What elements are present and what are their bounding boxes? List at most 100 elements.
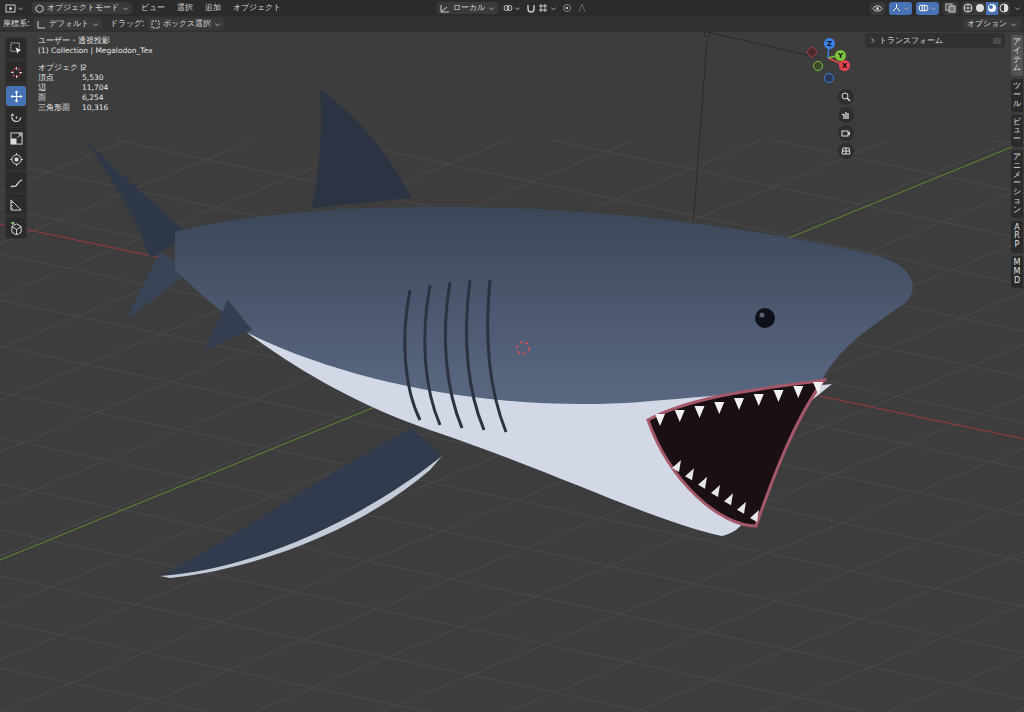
tool-button[interactable] [6, 107, 26, 127]
axis-handle[interactable]: Z [824, 38, 835, 49]
sidebar-tab[interactable]: アイテム [1011, 35, 1023, 76]
snap-button[interactable] [526, 3, 557, 13]
options-dropdown[interactable]: オプション [963, 18, 1021, 30]
drag-handle-icon [993, 38, 1001, 44]
nav-button[interactable] [838, 107, 854, 123]
proportional-edit-icon[interactable] [562, 3, 572, 13]
navigation-gizmo[interactable]: XYZ [796, 32, 860, 92]
shading-button[interactable] [962, 2, 974, 15]
menu-item[interactable]: オブジェクト [230, 2, 284, 14]
axes-icon [440, 4, 450, 13]
stat-row: 頂点5,530 [38, 73, 153, 83]
drag-dropdown[interactable]: ボックス選択 [148, 18, 224, 30]
stat-label: 辺 [38, 83, 82, 93]
3d-viewport[interactable]: ユーザー・透視投影(1) Collection | Megalodon_Texオ… [0, 32, 1024, 712]
shading-button[interactable] [974, 2, 986, 15]
tool-button[interactable] [6, 194, 26, 214]
stat-row: 辺11,704 [38, 83, 153, 93]
viewport-icon [5, 3, 16, 13]
measure-icon [10, 198, 23, 211]
transform-icon [10, 153, 23, 166]
chevron-icon [488, 5, 495, 12]
xray-icon [945, 3, 956, 13]
orientation-label: 座標系: [3, 18, 30, 30]
viewport-header: オブジェクトモード ビュー選択追加オブジェクト ローカル [0, 0, 1024, 16]
tool-button[interactable] [6, 173, 26, 193]
wireframe-shading-icon [963, 3, 973, 13]
shading-button[interactable] [998, 2, 1010, 15]
toggle-button[interactable] [870, 2, 885, 15]
stat-label: 面 [38, 93, 82, 103]
orientation-value: デフォルト [49, 18, 89, 30]
stat-value: 2 [82, 63, 87, 73]
orientation-dropdown[interactable]: ローカル [437, 2, 498, 14]
tool-settings-bar: 座標系: デフォルト ドラッグ:ボックス選択 オプション [0, 16, 1024, 32]
shading-button[interactable] [986, 2, 998, 15]
stat-value: 11,704 [82, 83, 108, 93]
sidebar-tab[interactable]: MMD [1011, 256, 1023, 288]
editor-type-button[interactable] [3, 3, 26, 13]
sidebar-tab[interactable]: ビュー [1011, 115, 1023, 147]
orientation-dropdown[interactable]: デフォルト [34, 18, 102, 30]
tool-button[interactable] [6, 86, 26, 106]
chevron-icon [869, 37, 876, 44]
link-icon [503, 3, 513, 13]
menu-item[interactable]: 追加 [202, 2, 224, 14]
chevron-icon[interactable] [1014, 5, 1021, 12]
transform-panel[interactable]: トランスフォーム [865, 33, 1005, 48]
nav-button[interactable] [838, 143, 854, 159]
stat-row: 面6,254 [38, 93, 153, 103]
falloff-icon [577, 3, 587, 13]
tool-button[interactable] [6, 149, 26, 169]
axis-label: X [842, 62, 847, 70]
pivot-button[interactable] [503, 3, 521, 13]
mode-dropdown[interactable]: オブジェクトモード [32, 2, 132, 14]
stat-label: 三角形面 [38, 103, 82, 113]
chevron-icon [930, 5, 937, 12]
orientation-label: ローカル [453, 2, 485, 14]
add-icon [10, 222, 23, 235]
tool-button[interactable] [6, 38, 26, 58]
chevron-icon [92, 21, 99, 28]
stat-value: 6,254 [82, 93, 103, 103]
shark-model[interactable] [0, 32, 1024, 712]
rendered-shading-icon [999, 3, 1009, 13]
grid-icon [538, 3, 548, 13]
nav-button[interactable] [838, 125, 854, 141]
mode-label: オブジェクトモード [47, 2, 119, 14]
toolbar [5, 37, 27, 239]
axis-label: Z [827, 40, 832, 48]
axis-handle[interactable]: Y [835, 50, 846, 61]
axis-handle[interactable]: X [839, 60, 850, 71]
box-select-icon [151, 20, 160, 29]
chevron-icon [903, 5, 910, 12]
visibility-icon [872, 4, 883, 13]
toggle-button[interactable] [943, 2, 958, 15]
stat-label: オブジェクト [38, 63, 82, 73]
stat-row: オブジェクト2 [38, 63, 153, 73]
object-mode-icon [35, 4, 44, 13]
menu-item[interactable]: 選択 [174, 2, 196, 14]
sidebar-tab[interactable]: アニメーション [1011, 150, 1023, 218]
toggle-button[interactable] [889, 2, 912, 15]
solid-shading-icon [975, 3, 985, 13]
navigation-buttons [838, 89, 854, 159]
sidebar-tab[interactable]: ツール [1011, 79, 1023, 111]
drag-label: ドラッグ: [110, 18, 145, 30]
tool-button[interactable] [6, 128, 26, 148]
panel-title: トランスフォーム [879, 35, 990, 47]
move-icon [10, 90, 23, 103]
chevron-icon [17, 5, 24, 12]
annotate-icon [10, 177, 23, 190]
tab-label: ARP [1013, 224, 1021, 250]
tab-label: アイテム [1013, 38, 1021, 73]
menu-item[interactable]: ビュー [138, 2, 168, 14]
tool-button[interactable] [6, 62, 26, 82]
shading-group [962, 2, 1010, 15]
chevron-icon [1010, 21, 1017, 28]
sidebar-tab[interactable]: ARP [1011, 221, 1023, 253]
nav-button[interactable] [838, 89, 854, 105]
toggle-button[interactable] [916, 2, 939, 15]
tool-button[interactable] [6, 218, 26, 238]
stat-row: 三角形面10,316 [38, 103, 153, 113]
